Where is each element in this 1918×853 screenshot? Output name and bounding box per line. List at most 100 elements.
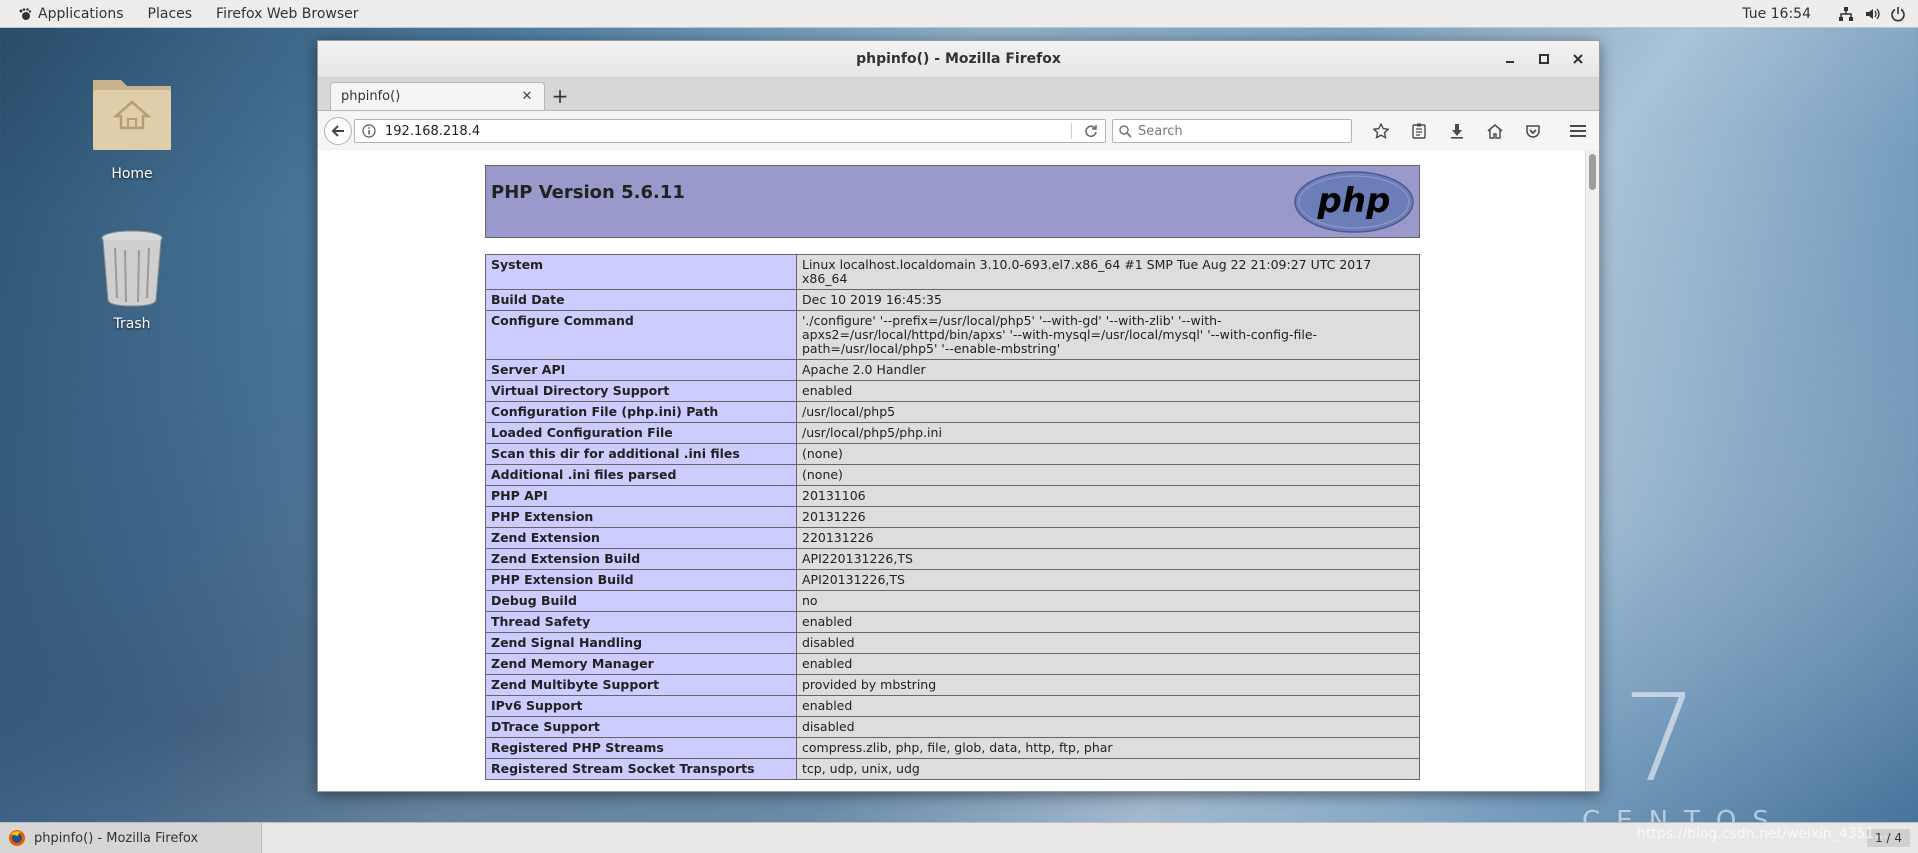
tab-strip: phpinfo() ✕ + (318, 78, 1599, 111)
info-key: Virtual Directory Support (485, 380, 797, 402)
info-key: Configuration File (php.ini) Path (485, 401, 797, 423)
window-titlebar[interactable]: phpinfo() - Mozilla Firefox (318, 41, 1599, 78)
search-placeholder: Search (1138, 123, 1183, 139)
info-key: Debug Build (485, 590, 797, 612)
home-icon[interactable] (1484, 120, 1506, 142)
navigation-toolbar: 192.168.218.4 Search (318, 111, 1599, 152)
info-row: Additional .ini files parsed (none) (485, 464, 1420, 486)
power-icon[interactable] (1890, 6, 1906, 22)
gnome-foot-icon (17, 6, 33, 22)
info-row: PHP API 20131106 (485, 485, 1420, 507)
php-version-title: PHP Version 5.6.11 (491, 182, 685, 203)
reload-icon[interactable] (1083, 123, 1099, 139)
info-value: API220131226,TS (796, 548, 1420, 570)
tab-close-icon[interactable]: ✕ (520, 89, 534, 104)
info-key: PHP Extension (485, 506, 797, 528)
firefox-app-menu[interactable]: Firefox Web Browser (204, 0, 371, 27)
php-version-header: PHP Version 5.6.11 php (485, 165, 1420, 238)
info-value: 20131226 (796, 506, 1420, 528)
info-value: disabled (796, 716, 1420, 738)
maximize-button[interactable] (1531, 48, 1557, 70)
info-row: Zend Memory Manager enabled (485, 653, 1420, 675)
tab-title: phpinfo() (341, 89, 401, 104)
url-bar[interactable]: 192.168.218.4 (354, 119, 1106, 143)
vertical-scrollbar[interactable] (1585, 150, 1599, 791)
pocket-icon[interactable] (1522, 120, 1544, 142)
info-value: enabled (796, 695, 1420, 717)
close-window-button[interactable] (1565, 48, 1591, 70)
info-row: Scan this dir for additional .ini files(… (485, 443, 1420, 465)
info-key: Zend Memory Manager (485, 653, 797, 675)
info-key: Build Date (485, 289, 797, 311)
info-value: API20131226,TS (796, 569, 1420, 591)
search-icon (1119, 124, 1132, 138)
info-row: Loaded Configuration File/usr/local/php5… (485, 422, 1420, 444)
info-value: tcp, udp, unix, udg (796, 758, 1420, 780)
info-row: PHP Extension Build API20131226,TS (485, 569, 1420, 591)
info-row: Zend Multibyte Support provided by mbstri… (485, 674, 1420, 696)
tab-phpinfo[interactable]: phpinfo() ✕ (330, 82, 545, 110)
site-info-icon[interactable] (361, 123, 377, 139)
new-tab-button[interactable]: + (545, 82, 575, 110)
php-logo: php (1293, 170, 1415, 238)
info-key: Thread Safety (485, 611, 797, 633)
scrollbar-thumb[interactable] (1589, 154, 1596, 190)
blog-watermark: https://blog.csdn.net/weixin_4351... (1637, 826, 1888, 842)
desktop-trash[interactable]: Trash (77, 228, 187, 332)
info-value: Linux localhost.localdomain 3.10.0-693.e… (796, 254, 1420, 290)
info-value: enabled (796, 380, 1420, 402)
info-value: /usr/local/php5 (796, 401, 1420, 423)
info-value: 220131226 (796, 527, 1420, 549)
hamburger-menu-icon[interactable] (1567, 120, 1589, 142)
info-row: Thread Safety enabled (485, 611, 1420, 633)
info-row: DTrace Support disabled (485, 716, 1420, 738)
info-row: Registered Stream Socket Transports tcp, … (485, 758, 1420, 780)
trash-icon (97, 230, 167, 312)
info-key: System (485, 254, 797, 290)
info-value: enabled (796, 653, 1420, 675)
page-content[interactable]: PHP Version 5.6.11 php System Linux local… (318, 150, 1599, 791)
clock[interactable]: Tue 16:54 (1730, 0, 1833, 27)
back-button[interactable] (324, 117, 352, 145)
info-key: Zend Multibyte Support (485, 674, 797, 696)
info-key: Scan this dir for additional .ini files (485, 443, 797, 465)
info-value: Apache 2.0 Handler (796, 359, 1420, 381)
applications-menu[interactable]: Applications (0, 0, 136, 27)
info-value: './configure' '--prefix=/usr/local/php5'… (796, 310, 1420, 360)
bottom-taskbar: phpinfo() - Mozilla Firefox 1 / 4 (0, 822, 1918, 853)
bookmarks-menu-icon[interactable] (1408, 120, 1430, 142)
window-title: phpinfo() - Mozilla Firefox (856, 51, 1061, 67)
taskbar-firefox-item[interactable]: phpinfo() - Mozilla Firefox (0, 823, 262, 853)
info-row: Build Date Dec 10 2019 16:45:35 (485, 289, 1420, 311)
info-row: Configuration File (php.ini) Path/usr/lo… (485, 401, 1420, 423)
info-key: PHP API (485, 485, 797, 507)
search-bar[interactable]: Search (1112, 119, 1352, 143)
bookmark-star-icon[interactable] (1370, 120, 1392, 142)
places-menu[interactable]: Places (136, 0, 205, 27)
minimize-button[interactable] (1497, 48, 1523, 70)
url-text: 192.168.218.4 (385, 123, 481, 139)
info-key: Server API (485, 359, 797, 381)
info-value: enabled (796, 611, 1420, 633)
downloads-icon[interactable] (1446, 120, 1468, 142)
info-row: Debug Build no (485, 590, 1420, 612)
info-value: compress.zlib, php, file, glob, data, ht… (796, 737, 1420, 759)
info-key: Registered Stream Socket Transports (485, 758, 797, 780)
desktop-home-label: Home (111, 166, 153, 182)
network-icon[interactable] (1838, 6, 1854, 22)
info-key: Zend Extension (485, 527, 797, 549)
phpinfo-container: PHP Version 5.6.11 php System Linux local… (485, 165, 1420, 780)
info-value: 20131106 (796, 485, 1420, 507)
info-row: Zend Extension Build API220131226,TS (485, 548, 1420, 570)
centos-watermark-number: 7 (1622, 670, 1699, 809)
info-key: Zend Signal Handling (485, 632, 797, 654)
info-row: Virtual Directory Support enabled (485, 380, 1420, 402)
url-separator (1071, 123, 1072, 139)
info-value: (none) (796, 464, 1420, 486)
info-key: PHP Extension Build (485, 569, 797, 591)
info-row: System Linux localhost.localdomain 3.10.0… (485, 254, 1420, 290)
volume-icon[interactable] (1864, 6, 1880, 22)
desktop-home[interactable]: Home (77, 72, 187, 182)
info-value: (none) (796, 443, 1420, 465)
info-key: Additional .ini files parsed (485, 464, 797, 486)
